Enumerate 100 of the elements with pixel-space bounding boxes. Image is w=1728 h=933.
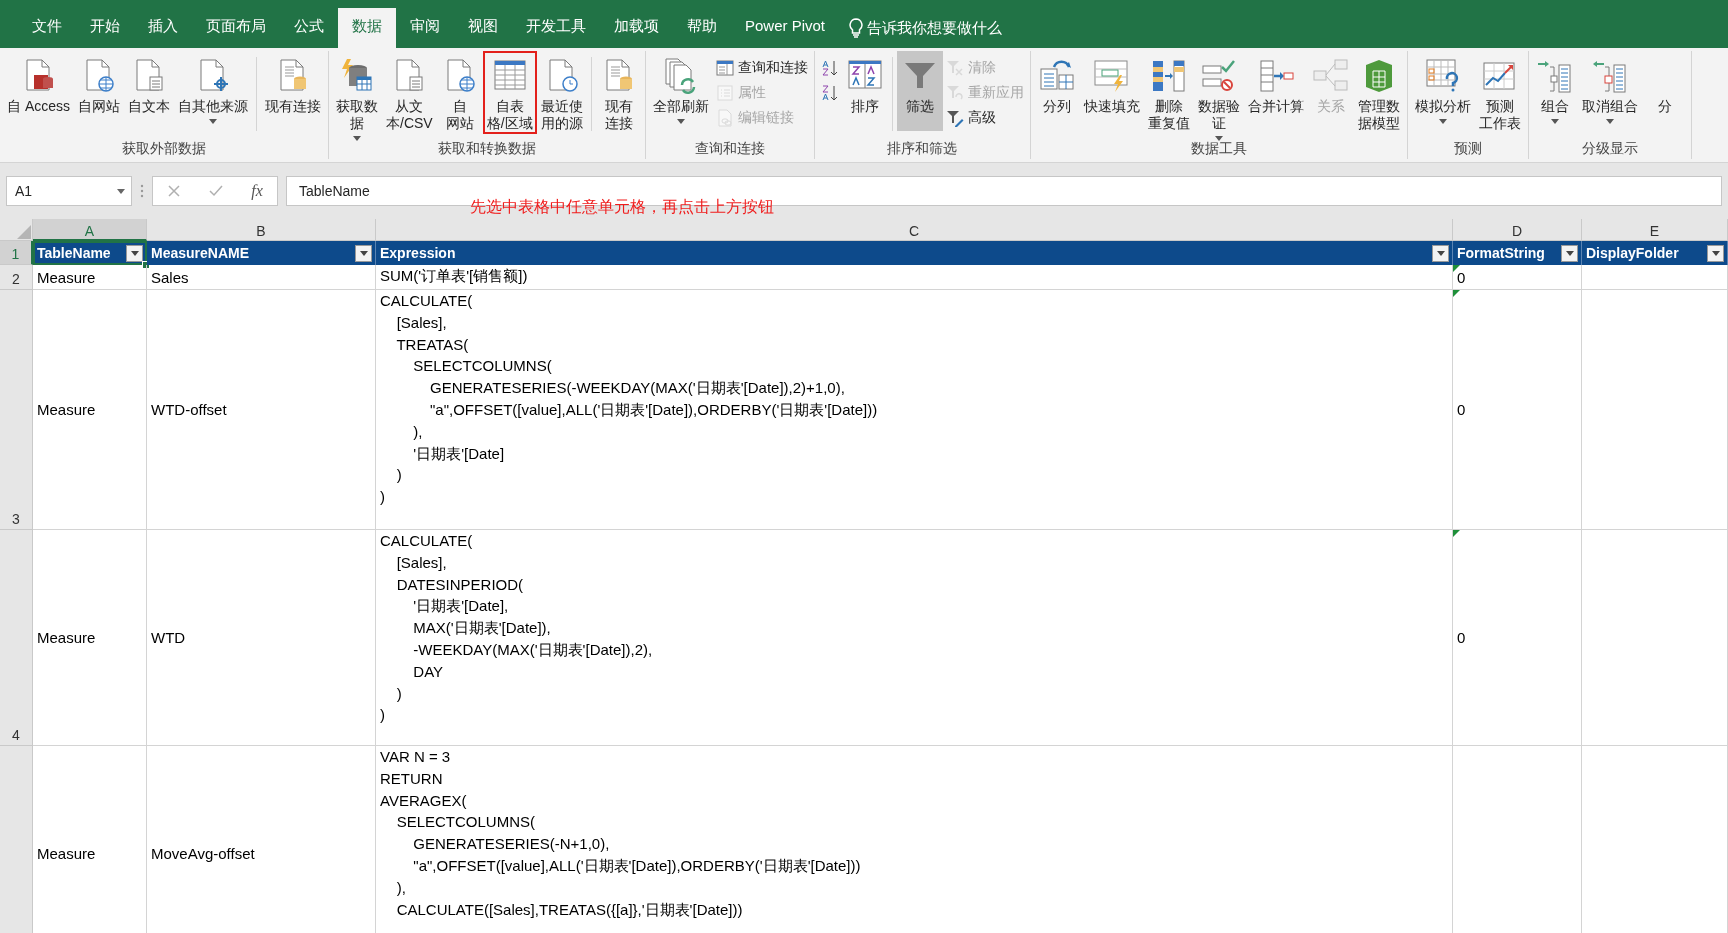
ribbon-tab[interactable]: 公式 [280, 8, 338, 48]
cancel-icon[interactable] [167, 184, 182, 198]
caret-icon [1214, 136, 1223, 141]
ribbon-group-label: 分级显示 [1580, 139, 1639, 157]
filter-dropdown-button[interactable] [126, 244, 143, 262]
check-icon[interactable] [209, 184, 224, 198]
error-indicator-icon[interactable] [1453, 290, 1460, 297]
ribbon-button[interactable]: 预测 工作表 [1474, 51, 1525, 134]
table-header-cell: Expression [376, 241, 1453, 265]
ribbon-button[interactable]: 管理数 据模型 [1353, 51, 1404, 134]
ribbon-button[interactable]: 自 Access [3, 51, 74, 131]
row-header[interactable]: 4 [0, 530, 33, 746]
ribbon-button[interactable]: 自网站 [74, 51, 124, 131]
caret-icon [117, 188, 125, 194]
caret-icon [130, 250, 139, 256]
sort-descending-icon [820, 83, 839, 102]
table-cell: 0 [1457, 268, 1466, 286]
ribbon-button[interactable]: 分 [1641, 51, 1688, 131]
ribbon-tab[interactable]: 开始 [76, 8, 134, 48]
table-cell-text: SUM('订单表'[销售额]) [380, 266, 528, 286]
caret-icon [353, 136, 361, 141]
ribbon-tab[interactable]: 加载项 [600, 8, 673, 48]
ribbon-group-label: 获取外部数据 [121, 139, 207, 157]
name-box[interactable]: A1 [6, 176, 132, 206]
clear-filter-icon [945, 58, 964, 77]
ribbon-tab[interactable]: 页面布局 [192, 8, 280, 48]
properties-icon [715, 83, 734, 102]
table-cell: WTD-offset [147, 290, 376, 530]
column-header[interactable]: D [1453, 219, 1582, 241]
table-cell: 0 [1457, 629, 1466, 646]
ribbon-tab[interactable]: 数据 [338, 8, 396, 48]
ribbon-tab[interactable]: Power Pivot [731, 8, 840, 48]
table-cell: MoveAvg-offset [147, 746, 376, 933]
ribbon-button[interactable]: 自 网站 [436, 51, 483, 134]
edit-links-icon [715, 108, 734, 127]
ribbon-button[interactable]: 自表 格/区域 [482, 51, 537, 134]
ribbon-tab[interactable]: 插入 [134, 8, 192, 48]
table-header-cell: DisplayFolder [1582, 241, 1728, 265]
table-cell: Measure [33, 290, 147, 530]
ribbon-button[interactable]: 分列 [1033, 51, 1080, 131]
ribbon-button[interactable]: 筛选 [896, 51, 943, 131]
filter-dropdown-button[interactable] [355, 244, 372, 262]
query-panel-icon [715, 58, 734, 77]
ribbon-group-label: 预测 [1452, 139, 1483, 157]
ribbon-tab[interactable]: 文件 [18, 8, 76, 48]
caret-icon [359, 250, 368, 256]
reapply-filter-icon [945, 83, 964, 102]
ribbon-group-label: 排序和筛选 [886, 139, 959, 157]
ribbon-button[interactable]: 查询和连接 [712, 55, 811, 80]
table-cell-text: CALCULATE( [Sales], TREATAS( SELECTCOLUMNS( GENERATESERIES(-WEEKDAY(MAX('日期表'[Date]),2)+1,0), "a",OFFSET([value],ALL('日期表'[Date]),ORDERBY('日期表'[Date])) ), '日期表'[Date] ) ) [380, 291, 878, 508]
row-header[interactable]: 2 [0, 265, 33, 290]
row-header[interactable]: 3 [0, 290, 33, 530]
ribbon-button[interactable]: 获取数 据 [332, 51, 382, 143]
ribbon-tab[interactable]: 视图 [454, 8, 512, 48]
caret-icon [1711, 250, 1720, 256]
filter-dropdown-button[interactable] [1707, 244, 1724, 262]
caret-icon [1436, 250, 1445, 256]
ribbon-group-label: 获取和转换数据 [436, 139, 537, 157]
ribbon-tab[interactable]: 审阅 [396, 8, 454, 48]
ribbon-button[interactable]: 组合 [1531, 51, 1578, 131]
table-cell-text: VAR N = 3 RETURN AVERAGEX( SELECTCOLUMNS( GENERATESERIES(-N+1,0), "a",OFFSET([value],ALL('日期表'[Date]),ORDERBY('日期表'[Date])) ), CALCULATE([Sales],TREATAS({[a]},'日期表'[Date])) [380, 747, 861, 920]
table-cell: Sales [147, 265, 376, 290]
lightbulb-icon [849, 18, 864, 38]
advanced-filter-icon [945, 108, 964, 127]
table-header-cell: MeasureNAME [147, 241, 376, 265]
error-indicator-icon[interactable] [1453, 530, 1460, 537]
filter-dropdown-button[interactable] [1432, 244, 1449, 262]
row-header[interactable]: 1 [0, 241, 33, 265]
ribbon-tab[interactable]: 帮助 [673, 8, 731, 48]
caret-icon [676, 119, 685, 124]
caret-icon [209, 119, 217, 124]
ribbon-button[interactable]: 快速填充 [1079, 51, 1144, 131]
ribbon-tab[interactable]: 开发工具 [512, 8, 600, 48]
ribbon-button[interactable]: 全部刷新 [648, 51, 713, 131]
ribbon-button[interactable]: 高级 [942, 105, 1027, 130]
table-header-cell: FormatString [1453, 241, 1582, 265]
drag-handle-icon[interactable] [140, 184, 144, 198]
caret-icon [1438, 119, 1447, 124]
ribbon-button[interactable]: 最近使 用的源 [536, 51, 587, 134]
table-cell: WTD [147, 530, 376, 746]
sort-ascending-icon [820, 58, 839, 77]
ribbon-button[interactable]: 现有连接 [261, 51, 325, 131]
ribbon-button[interactable]: 取消组合 [1577, 51, 1642, 131]
table-cell-text: CALCULATE( [Sales], DATESINPERIOD( '日期表'[Date], MAX('日期表'[Date]), -WEEKDAY(MAX('日期表'[Date]),2), DAY ) ) [380, 531, 653, 726]
ribbon-button[interactable]: 自文本 [124, 51, 174, 131]
column-header[interactable]: E [1582, 219, 1728, 241]
insert-function-button[interactable]: fx [251, 182, 263, 200]
column-header[interactable]: A [33, 219, 147, 241]
ribbon-button[interactable]: 自其他来源 [174, 51, 252, 131]
ribbon-button[interactable]: 模拟分析 [1410, 51, 1475, 131]
filter-dropdown-button[interactable] [1561, 244, 1578, 262]
tell-me-search[interactable]: 告诉我你想要做什么 [839, 8, 1003, 48]
column-header[interactable]: C [376, 219, 1453, 241]
ribbon-button[interactable]: 现有 连接 [595, 51, 642, 134]
ribbon-button[interactable]: 排序 [841, 51, 888, 131]
ribbon-button[interactable]: 合并计算 [1243, 51, 1308, 131]
ribbon-button[interactable]: 删除 重复值 [1143, 51, 1194, 134]
table-cell: Measure [33, 265, 147, 290]
column-header[interactable]: B [147, 219, 376, 241]
ribbon-button[interactable]: 从文 本/CSV [382, 51, 437, 134]
